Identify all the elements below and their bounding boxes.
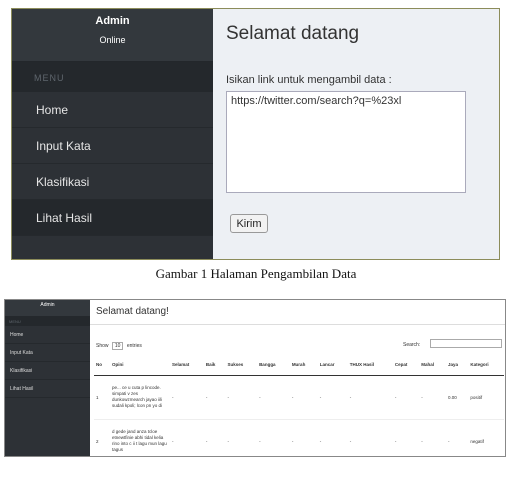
column-header[interactable]: Lancar bbox=[317, 355, 348, 376]
menu-heading: MENU bbox=[5, 316, 90, 326]
table-header-row: No Opini Selamat Baik Sukses Bangga Mura… bbox=[94, 355, 504, 376]
column-header[interactable]: Bangga bbox=[257, 355, 290, 376]
figure-2-screenshot: Admin MENU Home Input Kata Klasifikasi L… bbox=[4, 299, 506, 457]
table-cell: - bbox=[289, 419, 318, 456]
user-status: Online bbox=[99, 35, 126, 45]
table-cell: - bbox=[225, 375, 258, 420]
table-cell: - bbox=[392, 419, 420, 456]
figure-caption: Gambar 1 Halaman Pengambilan Data bbox=[155, 266, 357, 281]
user-panel: Admin Online bbox=[12, 9, 213, 62]
table-cell: - bbox=[169, 419, 204, 456]
column-header[interactable]: Sukses bbox=[225, 355, 258, 376]
column-header[interactable]: Cepat bbox=[392, 355, 420, 376]
main-content: Selamat datang Isikan link untuk mengamb… bbox=[213, 9, 499, 259]
results-table: No Opini Selamat Baik Sukses Bangga Mura… bbox=[94, 355, 504, 456]
column-header[interactable]: Kategori bbox=[468, 355, 504, 376]
table-cell: - bbox=[317, 375, 348, 420]
figure-1-screenshot: Admin Online MENU Home Input Kata Klasif… bbox=[11, 8, 500, 260]
submit-button[interactable]: Kirim bbox=[230, 214, 268, 233]
table-cell: - bbox=[419, 419, 446, 456]
username: Admin bbox=[95, 15, 130, 27]
sidebar-item-home[interactable]: Home bbox=[12, 92, 213, 128]
table-cell: - bbox=[257, 419, 290, 456]
table-cell: - bbox=[225, 419, 258, 456]
table-cell: - bbox=[446, 419, 469, 456]
search-input[interactable] bbox=[430, 339, 502, 348]
sidebar-item-input-kata[interactable]: Input Kata bbox=[5, 344, 90, 362]
sidebar-nav: Home Input Kata Klasifikasi Lihat Hasil bbox=[12, 92, 213, 236]
table-cell: - bbox=[257, 375, 290, 420]
sidebar: Admin MENU Home Input Kata Klasifikasi L… bbox=[5, 300, 90, 456]
column-header[interactable]: Selamat bbox=[169, 355, 204, 376]
sidebar-item-klasifikasi[interactable]: Klasifikasi bbox=[12, 164, 213, 200]
link-input-label: Isikan link untuk mengambil data : bbox=[226, 74, 392, 86]
table-cell: - bbox=[203, 375, 226, 420]
table-cell: - bbox=[347, 419, 393, 456]
column-header[interactable]: Murah bbox=[289, 355, 318, 376]
link-input[interactable]: https://twitter.com/search?q=%23xl bbox=[226, 91, 466, 193]
sidebar-item-klasifikasi[interactable]: Klasifikasi bbox=[5, 362, 90, 380]
column-header[interactable]: Opini bbox=[109, 355, 170, 376]
entries-select[interactable]: 10 bbox=[111, 342, 124, 350]
column-header[interactable]: Mahal bbox=[419, 355, 446, 376]
table-cell: - bbox=[289, 375, 318, 420]
menu-heading: MENU bbox=[12, 62, 213, 92]
column-header[interactable]: THUX Hasil bbox=[347, 355, 393, 376]
table-cell: positif bbox=[468, 375, 504, 420]
table-cell: - bbox=[419, 375, 446, 420]
username: Admin bbox=[5, 300, 90, 316]
column-header[interactable]: Jaya bbox=[446, 355, 469, 376]
sidebar: Admin Online MENU Home Input Kata Klasif… bbox=[12, 9, 213, 259]
table-cell: - bbox=[392, 375, 420, 420]
table-row: 1 pe... ce u cuta p lincode. simpati v z… bbox=[94, 375, 504, 420]
sidebar-item-home[interactable]: Home bbox=[5, 326, 90, 344]
page-title: Selamat datang bbox=[226, 23, 360, 44]
table-cell: - bbox=[317, 419, 348, 456]
main-content: Selamat datang! Show 10 entries Search: … bbox=[90, 300, 505, 456]
sidebar-item-input-kata[interactable]: Input Kata bbox=[12, 128, 213, 164]
table-cell: pe... ce u cuta p lincode. simpati v zes… bbox=[109, 375, 170, 420]
column-header[interactable]: No bbox=[94, 355, 110, 376]
table-cell: 2 bbox=[94, 419, 110, 456]
table-cell: 0.00 bbox=[446, 375, 469, 420]
column-header[interactable]: Baik bbox=[203, 355, 226, 376]
table-cell: d gede jand anza tcloe etnewtfinie abhi … bbox=[109, 419, 170, 456]
entries-length-control: Show 10 entries bbox=[96, 342, 142, 350]
sidebar-item-lihat-hasil[interactable]: Lihat Hasil bbox=[12, 200, 213, 236]
table-cell: 1 bbox=[94, 375, 110, 420]
search-label: Search: bbox=[403, 342, 421, 348]
divider bbox=[90, 324, 505, 325]
entries-label: entries bbox=[126, 343, 142, 349]
table-cell: negatif bbox=[468, 419, 504, 456]
page-title: Selamat datang! bbox=[96, 306, 169, 317]
sidebar-item-lihat-hasil[interactable]: Lihat Hasil bbox=[5, 380, 90, 398]
table-cell: - bbox=[347, 375, 393, 420]
table-row: 2 d gede jand anza tcloe etnewtfinie abh… bbox=[94, 419, 504, 456]
show-label: Show bbox=[96, 343, 109, 349]
table-cell: - bbox=[203, 419, 226, 456]
table-cell: - bbox=[169, 375, 204, 420]
